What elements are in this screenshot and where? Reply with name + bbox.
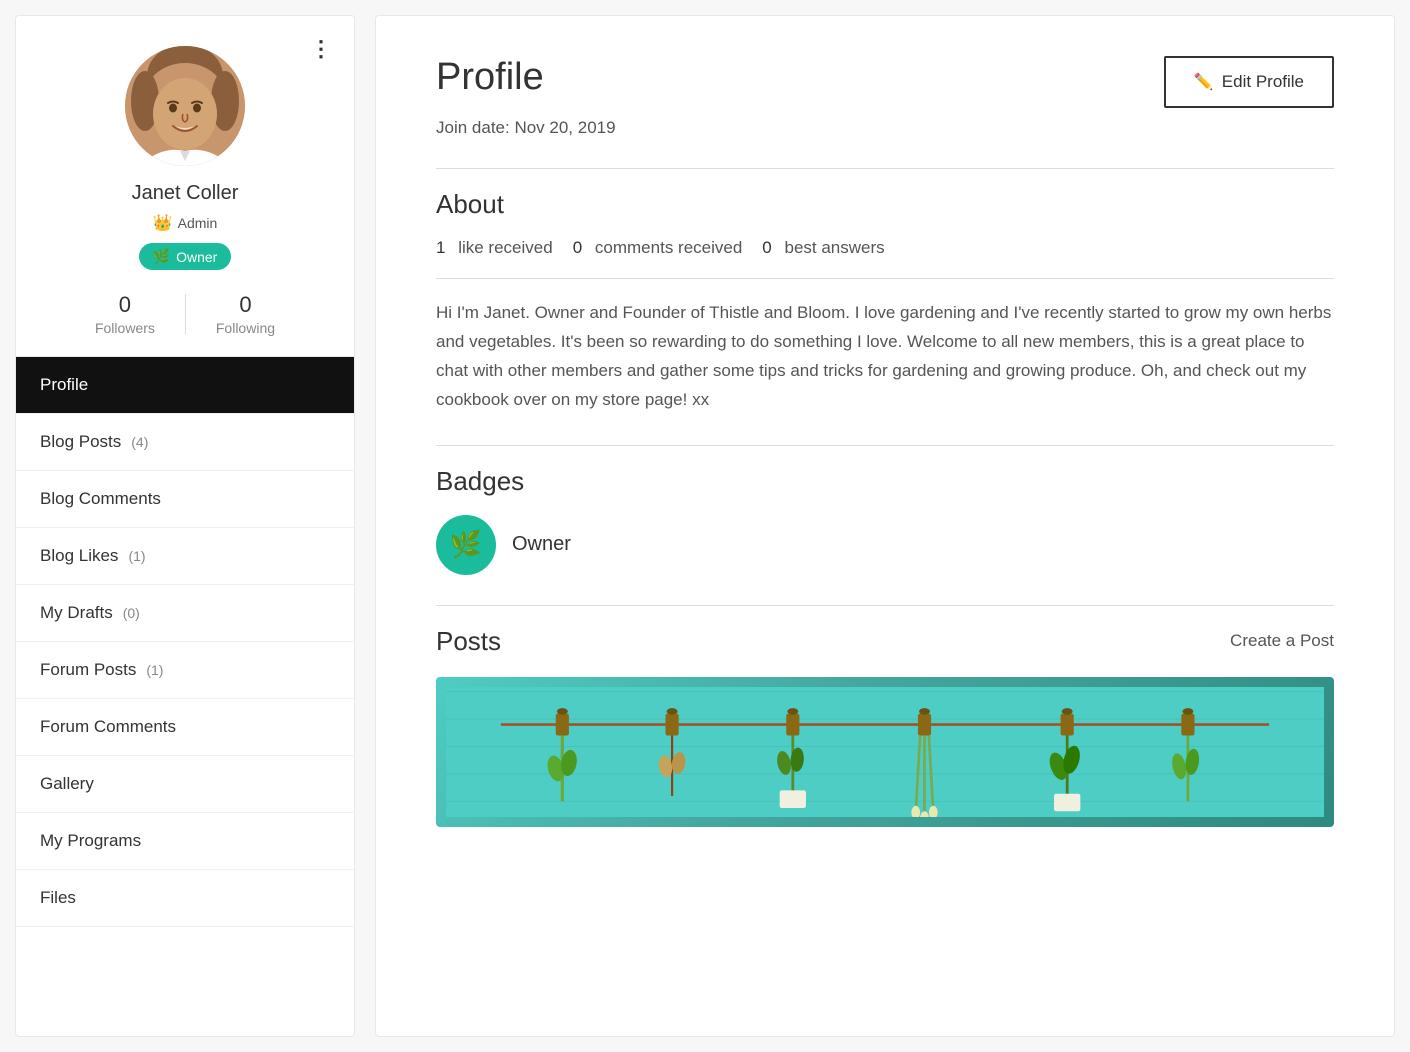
followers-stat[interactable]: 0 Followers [65,292,185,336]
page-title: Profile [436,56,544,99]
posts-title: Posts [436,626,501,657]
followers-label: Followers [95,320,155,336]
crown-icon: 👑 [153,213,173,233]
follow-stats: 0 Followers 0 Following [36,292,334,336]
badge-item: 🌿 Owner [436,515,1334,575]
divider-1 [436,168,1334,169]
stat-label-0: like received [458,238,553,258]
bio-text: Hi I'm Janet. Owner and Founder of Thist… [436,299,1334,415]
nav-label: Files [40,888,76,908]
stat-number-0: 1 [436,238,445,258]
badge-name: Owner [512,533,571,556]
avatar [125,46,245,166]
about-title: About [436,189,1334,220]
create-post-link[interactable]: Create a Post [1230,631,1334,651]
owner-label: Owner [176,249,217,265]
divider-2 [436,278,1334,279]
stat-label-1: comments received [595,238,742,258]
nav-label: Blog Likes [40,546,118,566]
admin-badge: 👑 Admin [153,213,218,233]
sidebar-nav: Profile Blog Posts (4) Blog Comments Blog Li… [16,357,354,927]
about-section: About 1 like received 0 comments received… [436,189,1334,415]
posts-header: Posts Create a Post [436,626,1334,657]
sidebar: ⋮ [15,15,355,1037]
nav-label: Blog Comments [40,489,161,509]
badges-title: Badges [436,466,1334,497]
main-content: Profile ✏️ Edit Profile Join date: Nov 2… [375,15,1395,1037]
admin-label: Admin [178,215,218,231]
join-date: Join date: Nov 20, 2019 [436,118,1334,138]
sidebar-item-my-drafts[interactable]: My Drafts (0) [16,585,354,642]
main-header: Profile ✏️ Edit Profile [436,56,1334,108]
profile-area: ⋮ [16,16,354,357]
divider-4 [436,605,1334,606]
following-label: Following [216,320,275,336]
nav-label: Profile [40,375,88,395]
about-stat-0: 1 like received [436,238,553,258]
stat-label-2: best answers [785,238,885,258]
nav-count: (0) [123,605,140,621]
user-name: Janet Coller [132,182,239,205]
sidebar-item-forum-posts[interactable]: Forum Posts (1) [16,642,354,699]
nav-label: My Drafts [40,603,113,623]
divider-3 [436,445,1334,446]
sidebar-item-gallery[interactable]: Gallery [16,756,354,813]
owner-badge: 🌿 Owner [139,243,232,270]
about-stat-2: 0 best answers [762,238,884,258]
posts-section: Posts Create a Post [436,626,1334,827]
edit-profile-label: Edit Profile [1222,72,1304,92]
sidebar-item-blog-comments[interactable]: Blog Comments [16,471,354,528]
post-image [436,677,1334,827]
options-menu-button[interactable]: ⋮ [310,36,334,62]
sidebar-item-profile[interactable]: Profile [16,357,354,414]
stat-number-1: 0 [573,238,582,258]
nav-label: Blog Posts [40,432,121,452]
about-stat-1: 0 comments received [573,238,743,258]
pencil-icon: ✏️ [1194,72,1214,92]
nav-label: Gallery [40,774,94,794]
badges-section: Badges 🌿 Owner [436,466,1334,575]
nav-count: (1) [128,548,145,564]
followers-count: 0 [119,292,131,318]
sidebar-item-my-programs[interactable]: My Programs [16,813,354,870]
nav-count: (1) [146,662,163,678]
sidebar-item-files[interactable]: Files [16,870,354,927]
badge-circle: 🌿 [436,515,496,575]
badge-leaf-icon: 🌿 [450,529,482,560]
leaf-icon-badge: 🌿 [153,248,170,265]
sidebar-item-blog-posts[interactable]: Blog Posts (4) [16,414,354,471]
nav-count: (4) [131,434,148,450]
nav-label: Forum Posts [40,660,136,680]
nav-label: My Programs [40,831,141,851]
following-count: 0 [239,292,251,318]
nav-label: Forum Comments [40,717,176,737]
about-stats: 1 like received0 comments received0 best… [436,238,1334,258]
edit-profile-button[interactable]: ✏️ Edit Profile [1164,56,1334,108]
stat-number-2: 0 [762,238,771,258]
sidebar-item-blog-likes[interactable]: Blog Likes (1) [16,528,354,585]
following-stat[interactable]: 0 Following [186,292,305,336]
sidebar-item-forum-comments[interactable]: Forum Comments [16,699,354,756]
